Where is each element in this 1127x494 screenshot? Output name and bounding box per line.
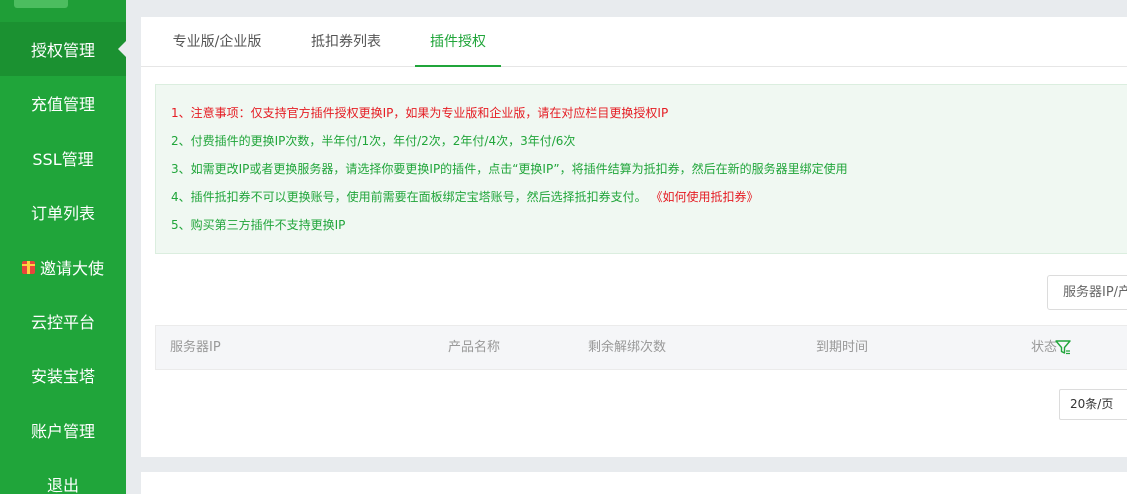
sidebar-item-label: 退出 bbox=[46, 476, 79, 494]
notice-line-5: 5、购买第三方插件不支持更换IP bbox=[171, 218, 346, 232]
sidebar-item-label: 授权管理 bbox=[30, 41, 95, 60]
sidebar-item-label: SSL管理 bbox=[32, 150, 94, 169]
sidebar-item-label: 充值管理 bbox=[30, 95, 95, 114]
filter-icon[interactable] bbox=[1055, 339, 1071, 355]
sidebar-item-logout[interactable]: 退出 bbox=[0, 457, 126, 494]
notice-line-4-text: 4、插件抵扣券不可以更换账号，使用前需要在面板绑定宝塔账号，然后选择抵扣券支付。 bbox=[171, 190, 647, 204]
sidebar-item-label: 账户管理 bbox=[30, 422, 95, 441]
sidebar-item-ssl[interactable]: SSL管理 bbox=[0, 131, 126, 185]
column-status: 状态 bbox=[1031, 340, 1058, 355]
sidebar-item-invite[interactable]: 邀请大使 bbox=[0, 240, 126, 294]
column-remaining-unbind: 剩余解绑次数 bbox=[588, 340, 667, 355]
sidebar-item-label: 安装宝塔 bbox=[30, 367, 95, 386]
notice-line-1: 1、注意事项：仅支持官方插件授权更换IP，如果为专业版和企业版，请在对应栏目更换… bbox=[171, 106, 669, 120]
notice-line-2: 2、付费插件的更换IP次数，半年付/1次，年付/2次，2年付/4次，3年付/6次 bbox=[171, 134, 576, 148]
coupon-help-link[interactable]: 《如何使用抵扣券》 bbox=[650, 190, 758, 204]
column-expire-time: 到期时间 bbox=[816, 340, 869, 355]
main-panel: 专业版/企业版 抵扣券列表 插件授权 1、注意事项：仅支持官方插件授权更换IP，… bbox=[141, 17, 1127, 457]
table-header: 服务器IP 产品名称 剩余解绑次数 到期时间 状态 bbox=[155, 325, 1127, 370]
notice-box: 1、注意事项：仅支持官方插件授权更换IP，如果为专业版和企业版，请在对应栏目更换… bbox=[155, 84, 1127, 254]
tab-plugin-license[interactable]: 插件授权 bbox=[415, 17, 501, 67]
gift-icon bbox=[21, 260, 35, 274]
sidebar-item-cloud-control[interactable]: 云控平台 bbox=[0, 294, 126, 348]
column-product-name: 产品名称 bbox=[448, 340, 501, 355]
tab-bar: 专业版/企业版 抵扣券列表 插件授权 bbox=[141, 17, 1127, 67]
sidebar-item-install[interactable]: 安装宝塔 bbox=[0, 348, 126, 402]
notice-line-3: 3、如需更改IP或者更换服务器，请选择你要更换IP的插件，点击“更换IP”，将插… bbox=[171, 162, 848, 176]
secondary-panel bbox=[141, 472, 1127, 494]
sidebar: 授权管理 充值管理 SSL管理 订单列表 邀请大使 云控平台 安装宝塔 账户管理… bbox=[0, 0, 126, 494]
sidebar-item-license[interactable]: 授权管理 bbox=[0, 22, 126, 76]
page-size-select[interactable]: 20条/页 bbox=[1059, 389, 1127, 420]
logo bbox=[14, 0, 68, 8]
column-server-ip: 服务器IP bbox=[170, 340, 221, 355]
sidebar-item-recharge[interactable]: 充值管理 bbox=[0, 76, 126, 130]
sidebar-item-account[interactable]: 账户管理 bbox=[0, 403, 126, 457]
sidebar-item-label: 邀请大使 bbox=[39, 259, 104, 278]
tab-pro-enterprise[interactable]: 专业版/企业版 bbox=[156, 17, 278, 67]
notice-line-4: 4、插件抵扣券不可以更换账号，使用前需要在面板绑定宝塔账号，然后选择抵扣券支付。… bbox=[171, 188, 758, 205]
tab-coupon-list[interactable]: 抵扣券列表 bbox=[296, 17, 396, 67]
search-input[interactable]: 服务器IP/产 bbox=[1047, 275, 1127, 310]
sidebar-item-orders[interactable]: 订单列表 bbox=[0, 185, 126, 239]
sidebar-item-label: 订单列表 bbox=[30, 204, 95, 223]
sidebar-item-label: 云控平台 bbox=[30, 313, 95, 332]
sidebar-top bbox=[0, 0, 126, 22]
